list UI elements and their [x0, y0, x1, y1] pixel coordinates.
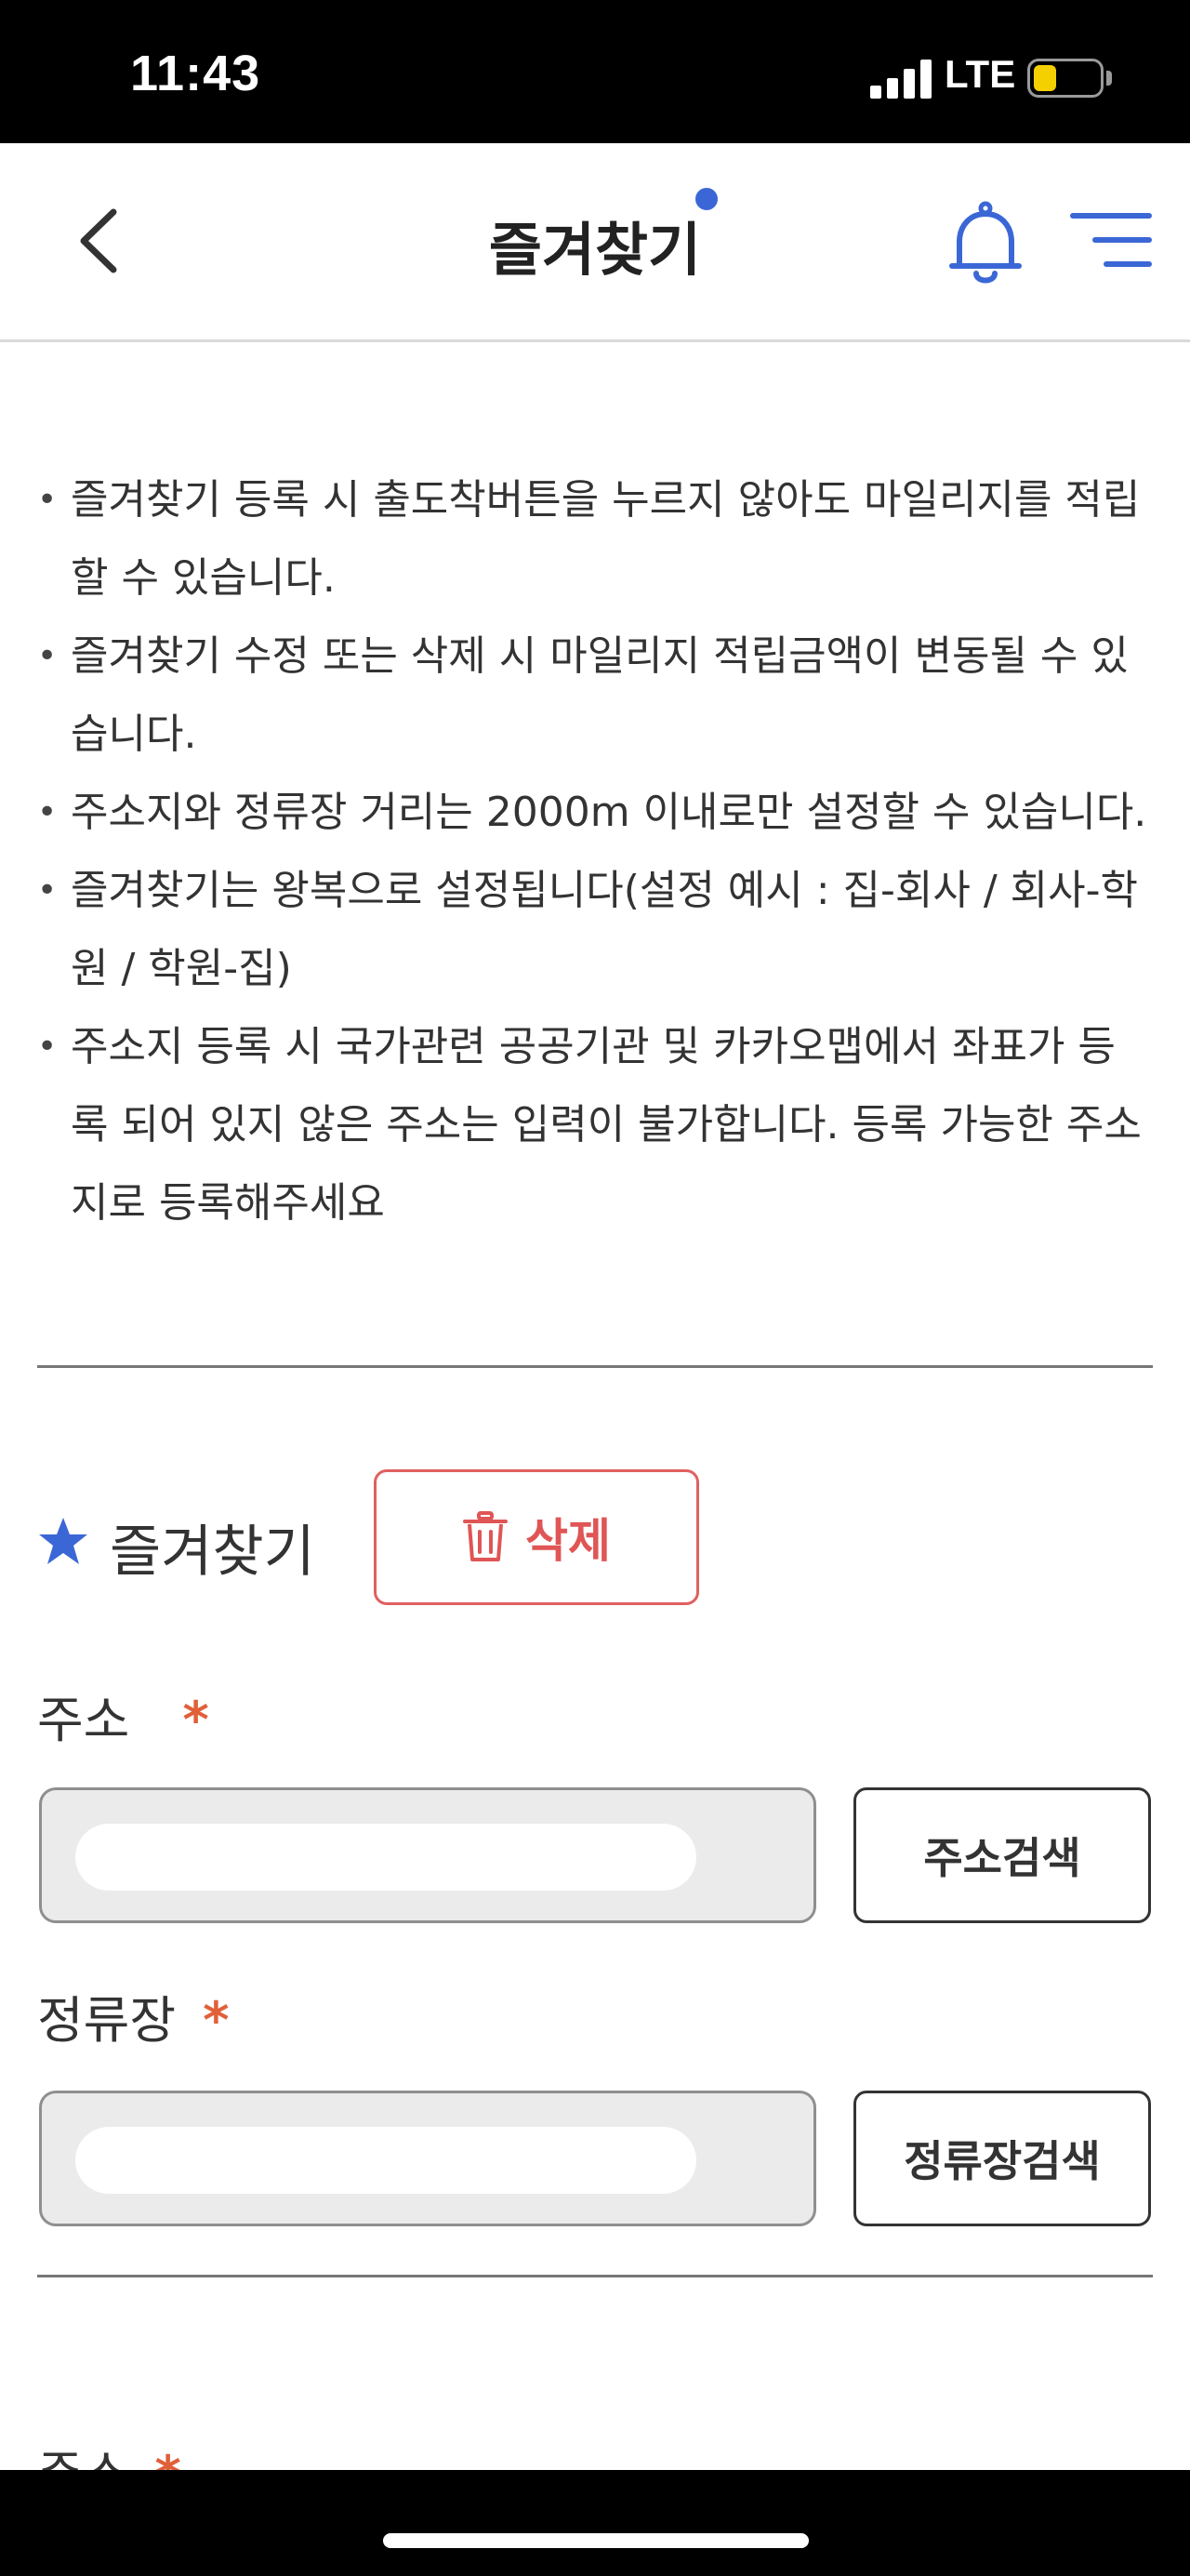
address-input[interactable] — [75, 1824, 696, 1891]
address-label-text: 주소 — [37, 1691, 130, 1749]
section-divider — [37, 2275, 1153, 2277]
favorite-label: 즐겨찾기 — [110, 1520, 315, 1585]
hamburger-menu-icon — [1070, 213, 1152, 267]
address-search-button[interactable]: 주소검색 — [853, 1787, 1151, 1923]
network-type: LTE — [945, 52, 1016, 96]
section-divider — [37, 1365, 1153, 1368]
trash-icon — [463, 1511, 508, 1561]
menu-button[interactable] — [1069, 208, 1153, 273]
address-field — [39, 1787, 816, 1923]
notice-item: 주소지와 정류장 거리는 2000m 이내로만 설정할 수 있습니다. — [37, 774, 1153, 852]
stop-label: 정류장 * — [37, 1979, 229, 2052]
required-mark: * — [203, 1991, 230, 2050]
status-time: 11:43 — [130, 46, 261, 101]
stop-search-button[interactable]: 정류장검색 — [853, 2091, 1151, 2226]
notification-button[interactable] — [948, 201, 1023, 286]
bell-icon — [949, 201, 1022, 284]
delete-button-label: 삭제 — [525, 1514, 611, 1568]
notice-item: 즐겨찾기 수정 또는 삭제 시 마일리지 적립금액이 변동될 수 있습니다. — [37, 617, 1153, 774]
battery-icon — [1027, 59, 1104, 98]
stop-label-text: 정류장 — [37, 1991, 177, 2050]
stop-input[interactable] — [75, 2127, 696, 2194]
notification-dot — [695, 188, 718, 210]
battery-tip — [1106, 71, 1112, 86]
home-indicator-area — [0, 2470, 1190, 2576]
stop-field — [39, 2091, 816, 2226]
required-mark: * — [182, 1691, 209, 1749]
notice-item: 주소지 등록 시 국가관련 공공기관 및 카카오맵에서 좌표가 등록 되어 있지… — [37, 1008, 1153, 1242]
cellular-signal-icon — [870, 60, 932, 99]
address-label: 주소 * — [37, 1679, 209, 1752]
status-bar: 11:43 LTE — [0, 0, 1190, 143]
app-header: 즐겨찾기 — [0, 143, 1190, 342]
home-indicator[interactable] — [383, 2533, 809, 2548]
delete-button[interactable]: 삭제 — [374, 1469, 699, 1605]
notice-item: 즐겨찾기는 왕복으로 설정됩니다(설정 예시 : 집-회사 / 회사-학원 / … — [37, 852, 1153, 1008]
notice-list: 즐겨찾기 등록 시 출도착버튼을 누르지 않아도 마일리지를 적립할 수 있습니… — [37, 461, 1153, 1242]
star-icon — [39, 1518, 87, 1564]
notice-item: 즐겨찾기 등록 시 출도착버튼을 누르지 않아도 마일리지를 적립할 수 있습니… — [37, 461, 1153, 617]
